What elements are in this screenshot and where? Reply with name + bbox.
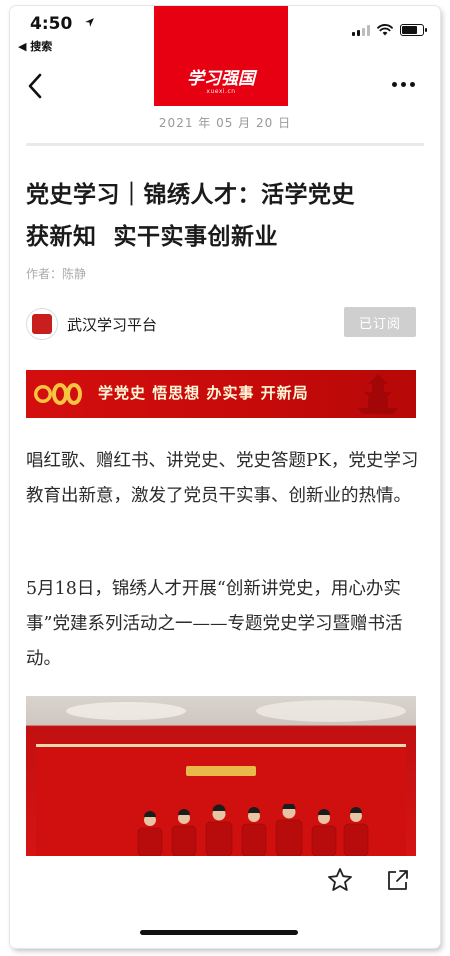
back-chevron-icon[interactable] xyxy=(22,69,48,103)
article-author: 作者：陈静 xyxy=(26,267,87,281)
more-options-icon[interactable] xyxy=(392,79,418,89)
logo-brand-text: 学习强国 xyxy=(187,69,255,89)
status-indicators xyxy=(352,24,427,36)
article-title: 党史学习｜锦绣人才：活学党史 获新知 实干实事创新业 xyxy=(26,174,426,258)
battery-icon xyxy=(400,24,427,36)
back-to-search-link[interactable]: ◀ 搜索 xyxy=(18,38,52,54)
xuexi-logo: 学习强国 xuexi.cn xyxy=(154,6,288,106)
party-history-banner: 学党史 悟思想 办实事 开新局 xyxy=(26,370,416,418)
header-divider xyxy=(26,143,424,146)
group-of-people-figure xyxy=(137,804,369,856)
share-icon[interactable] xyxy=(384,866,412,894)
banner-slogan: 学党史 悟思想 办实事 开新局 xyxy=(98,384,309,402)
event-group-photo[interactable] xyxy=(26,696,416,856)
yellow-crane-tower-icon xyxy=(358,374,398,414)
article-title-line1: 党史学习｜锦绣人才：活学党史 xyxy=(26,181,355,208)
publish-date: 2021 年 05 月 20 日 xyxy=(158,116,292,130)
favorite-star-icon[interactable] xyxy=(326,866,354,894)
publisher-avatar[interactable] xyxy=(26,308,58,340)
wifi-icon xyxy=(377,24,393,36)
cellular-signal-icon xyxy=(352,24,370,36)
location-arrow-icon xyxy=(85,18,94,27)
phone-screen: 4:50 ◀ 搜索 学习强国 xuexi.cn 2021 年 05 月 20 日… xyxy=(10,6,440,948)
publisher-name[interactable]: 武汉学习平台 xyxy=(67,314,157,335)
subscribed-button[interactable]: 已订阅 xyxy=(344,307,416,337)
article-paragraph-2: 5月18日，锦绣人才开展“创新讲党史，用心办实事”党建系列活动之一——专题党史学… xyxy=(26,579,403,669)
bottom-action-bar xyxy=(10,856,440,948)
status-time: 4:50 xyxy=(30,14,73,34)
article-paragraph-1: 唱红歌、赠红书、讲党史、党史答题PK，党史学习教育出新意，激发了党员干实事、创新… xyxy=(26,451,419,506)
logo-site-text: xuexi.cn xyxy=(206,88,236,95)
centenary-100-emblem-icon xyxy=(34,383,82,405)
article-title-line2: 获新知 实干实事创新业 xyxy=(26,223,279,250)
home-indicator[interactable] xyxy=(140,930,298,935)
